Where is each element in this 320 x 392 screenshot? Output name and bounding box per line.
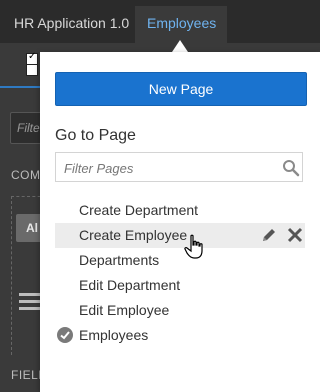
toolbar-checkbox-2[interactable] [26, 64, 38, 76]
page-item-create-department[interactable]: Create Department [55, 198, 305, 223]
background-filter-placeholder: Filte [17, 121, 40, 135]
page-item-label: Create Employee [79, 227, 188, 243]
page-item-label: Edit Department [79, 277, 181, 293]
page-item-label: Departments [79, 252, 160, 268]
search-icon[interactable] [282, 159, 300, 177]
page-item-edit-employee[interactable]: Edit Employee [55, 298, 305, 323]
pencil-icon[interactable] [261, 227, 277, 243]
page-list: Create Department Create Employee Depart… [55, 198, 305, 348]
list-icon[interactable] [19, 293, 40, 314]
current-page-link[interactable]: Employees [147, 15, 216, 31]
hand-pointer-icon [184, 234, 203, 259]
checkmark-icon: ✓ [28, 51, 37, 62]
page-item-label: Edit Employee [79, 302, 170, 318]
align-button-label: Al [26, 221, 38, 235]
goto-page-popup: New Page Go to Page Create Department Cr… [40, 52, 320, 392]
new-page-button[interactable]: New Page [55, 72, 307, 106]
components-section-label: COM [11, 168, 41, 182]
goto-page-title: Go to Page [55, 127, 136, 144]
active-tab-indicator [0, 86, 40, 88]
page-item-label: Employees [79, 327, 149, 343]
page-item-create-employee[interactable]: Create Employee [55, 223, 305, 248]
page-item-departments[interactable]: Departments [55, 248, 305, 273]
close-icon[interactable] [287, 227, 303, 243]
popup-caret [172, 40, 188, 52]
app-title[interactable]: HR Application 1.0 [14, 15, 129, 31]
filter-pages-input[interactable] [62, 158, 276, 178]
top-bar: HR Application 1.0 Employees [0, 0, 320, 43]
check-circle-icon [57, 327, 73, 343]
page-item-actions [255, 227, 303, 245]
page-selector[interactable]: Employees [135, 6, 227, 43]
page-item-label: Create Department [79, 202, 199, 218]
page-item-edit-department[interactable]: Edit Department [55, 273, 305, 298]
filter-pages-field[interactable] [55, 152, 303, 182]
page-item-employees[interactable]: Employees [55, 323, 305, 348]
